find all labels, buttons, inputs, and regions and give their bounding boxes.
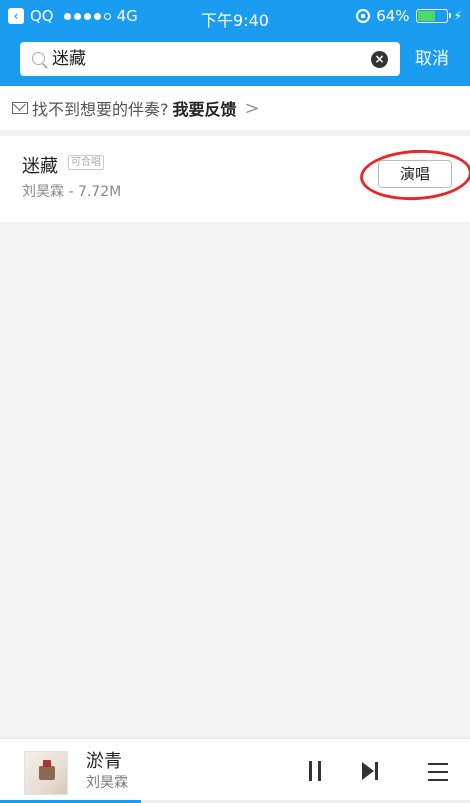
mini-player[interactable]: 淤青 刘昊霖 bbox=[0, 738, 470, 803]
now-playing-title: 淤青 bbox=[86, 751, 122, 772]
search-box[interactable]: × bbox=[20, 42, 400, 76]
pause-icon[interactable] bbox=[308, 761, 322, 781]
search-input[interactable] bbox=[52, 42, 352, 76]
duet-badge: 可合唱 bbox=[68, 155, 104, 170]
album-cover[interactable] bbox=[24, 751, 68, 795]
battery-percent: 64% bbox=[376, 7, 410, 25]
now-playing-artist: 刘昊霖 bbox=[86, 775, 128, 791]
feedback-prompt: 找不到想要的伴奏? bbox=[32, 100, 169, 119]
song-subtitle: 刘昊霖 - 7.72M bbox=[22, 184, 122, 200]
playlist-icon[interactable] bbox=[428, 763, 448, 781]
status-right: 64% ⚡ bbox=[356, 7, 462, 25]
status-bar: ‹ QQ 4G 下午9:40 64% ⚡ bbox=[0, 0, 470, 32]
mail-icon bbox=[12, 102, 28, 114]
clear-icon[interactable]: × bbox=[371, 51, 388, 68]
cancel-button[interactable]: 取消 bbox=[415, 42, 449, 76]
search-icon bbox=[32, 52, 45, 65]
feedback-row[interactable]: 找不到想要的伴奏? 我要反馈 > bbox=[0, 86, 470, 130]
battery-icon bbox=[415, 9, 451, 23]
feedback-link[interactable]: 我要反馈 bbox=[173, 96, 237, 120]
rotation-lock-icon bbox=[356, 9, 371, 23]
song-title: 迷藏 bbox=[22, 156, 58, 177]
next-icon[interactable] bbox=[362, 761, 380, 781]
charging-icon: ⚡ bbox=[453, 9, 462, 23]
chevron-right-icon: > bbox=[244, 97, 260, 119]
header: ‹ QQ 4G 下午9:40 64% ⚡ × 取消 bbox=[0, 0, 470, 86]
